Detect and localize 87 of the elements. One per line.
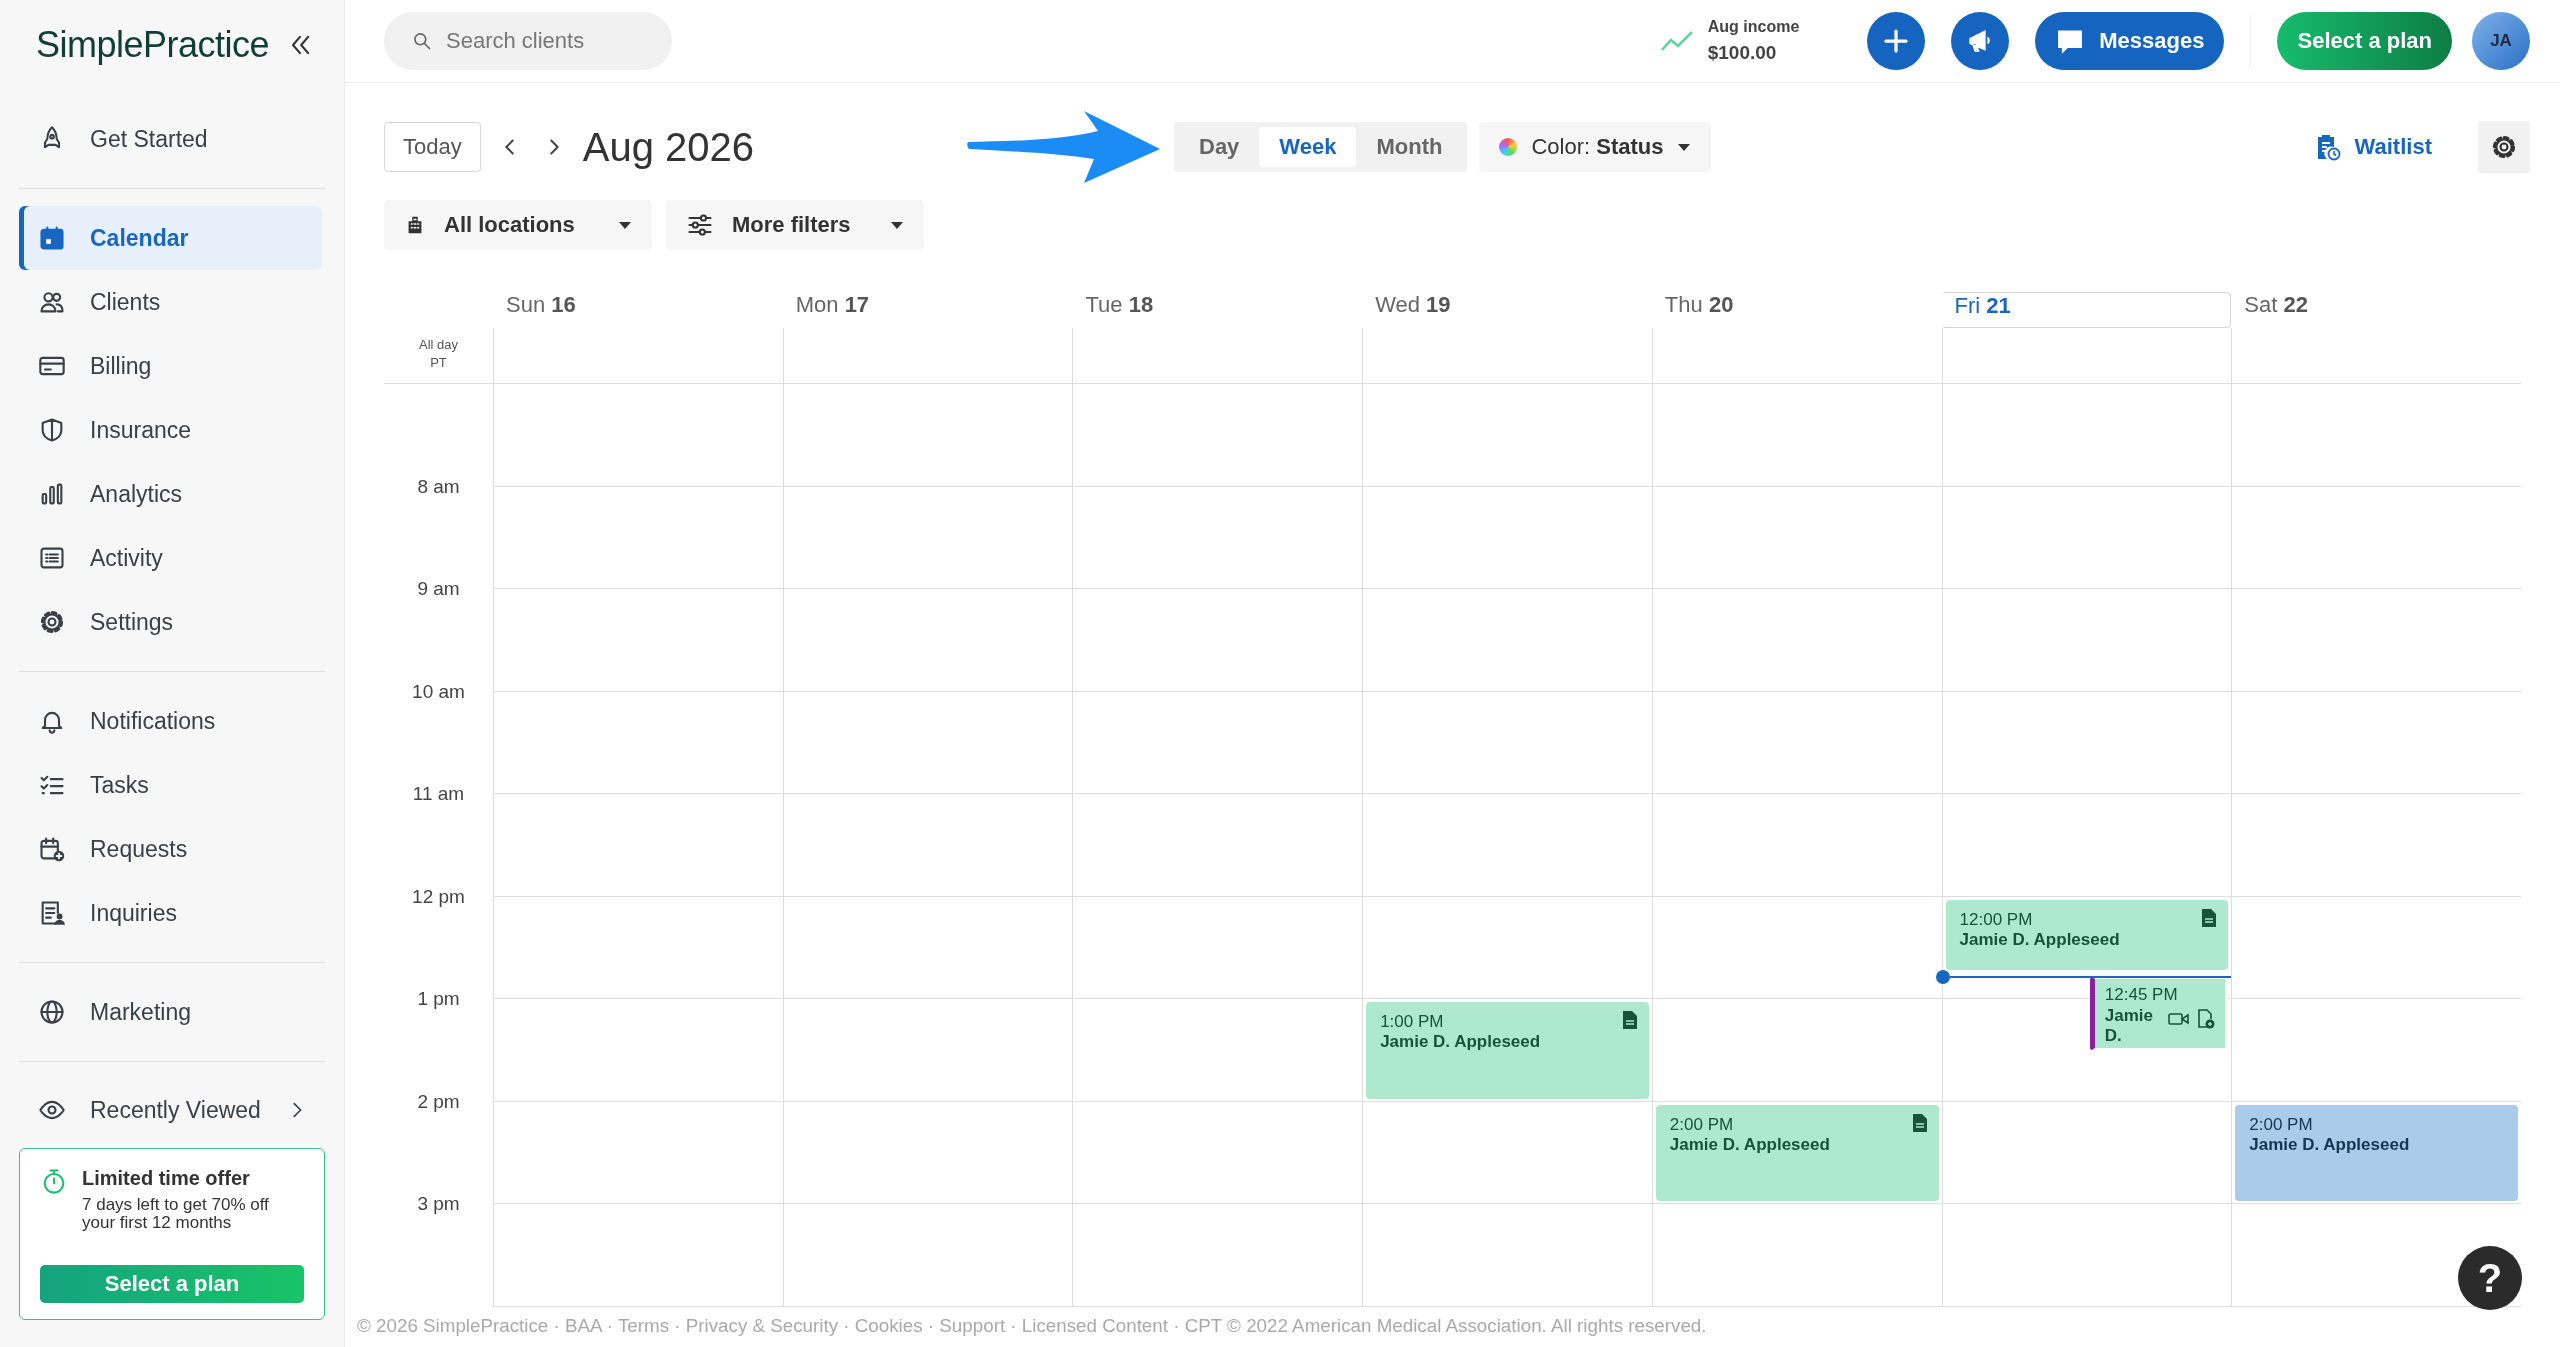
client-name: Jamie D. Appleseed xyxy=(2249,1134,2411,1156)
time-label: 1 pm xyxy=(417,988,460,1010)
appointment-time: 12:00 PM xyxy=(1959,909,2034,930)
month-title: Aug 2026 xyxy=(582,124,754,170)
sidebar-item[interactable]: Requests xyxy=(19,817,322,881)
time-label: 2 pm xyxy=(417,1090,460,1113)
sidebar-item[interactable]: Notifications xyxy=(19,689,322,753)
sidebar-item[interactable]: Settings xyxy=(19,590,322,655)
appointment[interactable]: 1:00 PM Jamie D. Appleseed xyxy=(1366,1002,1649,1099)
day-header: Mon 17 xyxy=(794,292,871,319)
sliders-icon xyxy=(686,211,714,239)
time-label: 8 am xyxy=(417,475,460,498)
search-field[interactable]: Search clients xyxy=(384,12,672,70)
sidebar-item[interactable]: Tasks xyxy=(19,753,322,817)
client-name: Jamie D. Appleseed xyxy=(1959,929,2121,951)
view-tab[interactable]: Month xyxy=(1356,127,1463,167)
appointment[interactable]: 2:00 PM Jamie D. Appleseed xyxy=(1655,1104,1939,1201)
sidebar-item[interactable]: Calendar xyxy=(19,206,322,271)
appointment-time: 1:00 PM xyxy=(1380,1012,1445,1033)
appointment[interactable]: 2:00 PM Jamie D. Appleseed xyxy=(2235,1104,2518,1201)
client-name: Jamie D. xyxy=(2104,1005,2154,1047)
today-button[interactable]: Today xyxy=(384,122,481,172)
appointment-time: 12:45 PM xyxy=(2104,985,2179,1006)
calendar-plus-icon xyxy=(38,835,66,863)
day-header: Sat 22 xyxy=(2243,292,2309,319)
time-label: 3 pm xyxy=(417,1193,460,1215)
footer-text: © 2026 SimplePractice · BAA · Terms · Privacy & Security · Cookies · Support · Licensed Content · CPT © 2022 American Medical Association. All rights reserved. xyxy=(357,1314,1708,1337)
day-header: Fri 21 xyxy=(1941,292,2232,328)
sidebar-item[interactable]: Insurance xyxy=(19,398,322,463)
caret-icon xyxy=(890,220,904,230)
all-day-cell[interactable] xyxy=(1651,328,1942,384)
day-header: Tue 18 xyxy=(1084,292,1155,319)
sidebar-item[interactable]: Billing xyxy=(19,334,322,399)
logo[interactable]: SimplePractice xyxy=(36,23,270,66)
caret-icon xyxy=(1677,142,1692,152)
client-name: Jamie D. Appleseed xyxy=(1380,1032,1542,1053)
announcement-button[interactable] xyxy=(1951,12,2010,70)
all-day-label: All day xyxy=(419,336,458,354)
select-plan-button[interactable]: Select a plan xyxy=(2277,12,2452,70)
view-tab[interactable]: Day xyxy=(1179,127,1260,167)
promo-title: Limited time offer xyxy=(82,1166,251,1190)
time-label: 11 am xyxy=(412,783,465,805)
calendar-icon xyxy=(38,224,66,253)
filter-dropdown[interactable]: All locations xyxy=(384,200,652,250)
help-button[interactable]: ? xyxy=(2458,1246,2522,1310)
time-label: 10 am xyxy=(412,680,465,703)
appointment-time: 2:00 PM xyxy=(2249,1114,2314,1135)
settings-button[interactable] xyxy=(2478,121,2530,173)
color-filter[interactable]: Color: Status xyxy=(1479,122,1712,172)
all-day-cell[interactable] xyxy=(782,328,1073,384)
globe-icon xyxy=(38,998,66,1026)
color-wheel-icon xyxy=(1499,138,1518,156)
all-day-cell[interactable] xyxy=(1072,328,1363,384)
appointment[interactable]: 12:00 PM Jamie D. Appleseed xyxy=(1945,899,2229,971)
filter-dropdown[interactable]: More filters xyxy=(666,200,924,250)
all-day-label: PT xyxy=(430,354,447,373)
sidebar-item[interactable]: Inquiries xyxy=(19,881,322,945)
all-day-cell[interactable] xyxy=(1362,328,1652,384)
income-value: $100.00 xyxy=(1707,42,1778,64)
day-header: Sun 16 xyxy=(505,292,577,319)
appointment-time: 2:00 PM xyxy=(1669,1114,1735,1135)
sidebar-item[interactable]: Analytics xyxy=(19,462,322,527)
waitlist-button[interactable]: Waitlist xyxy=(2308,132,2438,162)
sidebar-item[interactable]: Clients xyxy=(19,270,322,335)
caret-icon xyxy=(618,220,632,230)
all-day-cell[interactable] xyxy=(2231,328,2521,384)
add-button[interactable] xyxy=(1867,12,1926,70)
sidebar-item[interactable]: Marketing xyxy=(19,980,322,1044)
avatar[interactable]: JA xyxy=(2472,12,2530,70)
income-label: Aug income xyxy=(1707,18,1800,36)
search-icon xyxy=(412,31,432,51)
all-day-cell[interactable] xyxy=(1941,328,2232,384)
sidebar-item[interactable]: Activity xyxy=(19,526,322,591)
time-label: 12 pm xyxy=(412,885,465,908)
sidebar-item[interactable]: Get Started xyxy=(19,107,322,172)
messages-button[interactable]: Messages xyxy=(2035,12,2225,70)
day-header: Thu 20 xyxy=(1663,292,1735,319)
view-tab[interactable]: Week xyxy=(1259,127,1357,167)
promo-text: 7 days left to get 70% off your first 12 months xyxy=(82,1195,270,1234)
time-label: 9 am xyxy=(417,578,460,600)
document-plus-icon xyxy=(2197,1009,2216,1030)
sidebar-item[interactable]: Recently Viewed xyxy=(19,1079,322,1142)
all-day-cell[interactable] xyxy=(493,328,783,384)
day-header: Wed 19 xyxy=(1374,292,1452,319)
appointment[interactable]: 12:45 PM Jamie D. xyxy=(2089,976,2229,1052)
settings-icon xyxy=(2490,133,2518,161)
client-name: Jamie D. Appleseed xyxy=(1669,1134,1831,1156)
